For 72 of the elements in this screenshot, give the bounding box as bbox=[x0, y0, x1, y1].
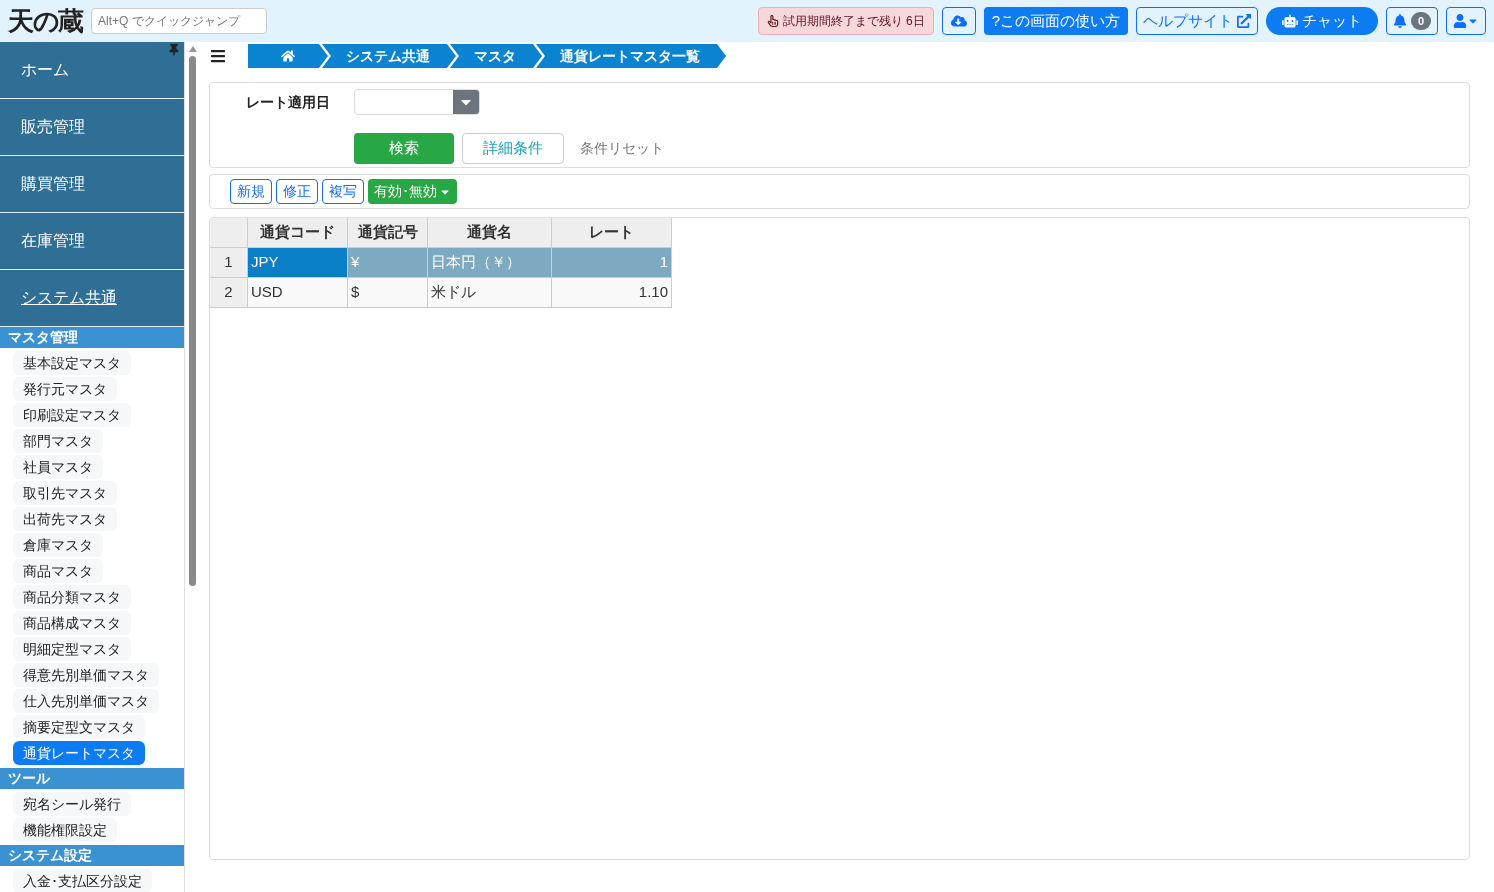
chat-button[interactable]: チャット bbox=[1266, 7, 1378, 35]
cloud-download-icon bbox=[950, 13, 967, 29]
user-menu-button[interactable] bbox=[1446, 7, 1486, 35]
pin-icon[interactable] bbox=[168, 44, 180, 56]
pointer-icon bbox=[766, 15, 779, 27]
breadcrumb-item[interactable]: マスタ bbox=[450, 44, 542, 68]
menu-icon[interactable] bbox=[210, 48, 226, 64]
quick-jump-field[interactable]: Alt+Q でクイックジャンプ bbox=[91, 8, 268, 34]
column-header[interactable]: 通貨名 bbox=[428, 218, 552, 248]
scrollbar[interactable] bbox=[184, 42, 200, 892]
download-button[interactable] bbox=[941, 7, 976, 35]
external-link-icon bbox=[1237, 14, 1251, 28]
submenu-item[interactable]: 取引先マスタ bbox=[13, 481, 117, 505]
toolbar-button[interactable]: 新規 bbox=[230, 179, 272, 204]
submenu-item[interactable]: 社員マスタ bbox=[13, 455, 103, 479]
row-number: 2 bbox=[210, 278, 248, 308]
toolbar-button[interactable]: 修正 bbox=[276, 179, 318, 204]
reset-link[interactable]: 条件リセット bbox=[572, 138, 672, 159]
table-cell: JPY bbox=[248, 248, 348, 278]
trial-badge: 試用期間終了まで残り 6日 bbox=[757, 7, 934, 35]
submenu-item[interactable]: 商品マスタ bbox=[13, 559, 103, 583]
menu-item[interactable]: 在庫管理 bbox=[0, 213, 184, 270]
robot-icon bbox=[1282, 13, 1298, 29]
table-cell: $ bbox=[348, 278, 428, 308]
submenu-item[interactable]: 明細定型マスタ bbox=[13, 637, 131, 661]
section-header: ツール bbox=[0, 768, 184, 789]
breadcrumb-item[interactable]: システム共通 bbox=[322, 44, 456, 68]
table-row[interactable]: 2 USD $ 米ドル 1.10 bbox=[210, 278, 672, 308]
row-number: 1 bbox=[210, 248, 248, 278]
column-header[interactable]: 通貨記号 bbox=[348, 218, 428, 248]
submenu-item[interactable]: 倉庫マスタ bbox=[13, 533, 103, 557]
submenu-item[interactable]: 発行元マスタ bbox=[13, 377, 117, 401]
submenu-item[interactable]: 部門マスタ bbox=[13, 429, 103, 453]
notification-count: 0 bbox=[1411, 12, 1431, 30]
table-cell: 1.10 bbox=[552, 278, 672, 308]
submenu-item[interactable]: 摘要定型文マスタ bbox=[13, 715, 145, 739]
logo: 天の蔵 bbox=[8, 8, 84, 34]
toolbar-button[interactable]: 複写 bbox=[322, 179, 364, 204]
header-cell bbox=[210, 218, 248, 248]
menu-item[interactable]: ホーム bbox=[0, 42, 184, 99]
submenu-item[interactable]: 機能権限設定 bbox=[13, 818, 117, 842]
menu-item[interactable]: 販売管理 bbox=[0, 99, 184, 156]
submenu-item[interactable]: 商品分類マスタ bbox=[13, 585, 131, 609]
table-cell: USD bbox=[248, 278, 348, 308]
submenu-item[interactable]: 宛名シール発行 bbox=[13, 792, 131, 816]
submenu-item[interactable]: 得意先別単価マスタ bbox=[13, 663, 159, 687]
scroll-up-arrow-icon[interactable] bbox=[188, 46, 197, 52]
date-dropdown[interactable] bbox=[354, 89, 480, 115]
help-site-link[interactable]: ヘルプサイト bbox=[1136, 7, 1258, 35]
section-header: マスタ管理 bbox=[0, 327, 184, 348]
breadcrumb-home[interactable] bbox=[248, 44, 328, 68]
breadcrumb-item[interactable]: 通貨レートマスタ一覧 bbox=[536, 44, 726, 68]
submenu-item[interactable]: 商品構成マスタ bbox=[13, 611, 131, 635]
section-header: システム設定 bbox=[0, 845, 184, 866]
column-header[interactable]: 通貨コード bbox=[248, 218, 348, 248]
bell-icon bbox=[1393, 14, 1407, 28]
home-icon bbox=[281, 49, 295, 63]
notification-button[interactable]: 0 bbox=[1386, 7, 1438, 35]
column-header[interactable]: レート bbox=[552, 218, 672, 248]
submenu-item[interactable]: 出荷先マスタ bbox=[13, 507, 117, 531]
submenu-item[interactable]: 基本設定マスタ bbox=[13, 351, 131, 375]
menu-item[interactable]: 購買管理 bbox=[0, 156, 184, 213]
submenu-item[interactable]: 通貨レートマスタ bbox=[13, 741, 145, 765]
table-row[interactable]: 1 JPY ¥ 日本円（￥） 1 bbox=[210, 248, 672, 278]
help-button[interactable]: ?この画面の使い方 bbox=[983, 7, 1128, 35]
menu-item[interactable]: システム共通 bbox=[0, 270, 184, 327]
user-icon bbox=[1453, 14, 1467, 28]
submenu-item[interactable]: 仕入先別単価マスタ bbox=[13, 689, 159, 713]
field-label: レート適用日 bbox=[245, 92, 331, 112]
table-cell: 米ドル bbox=[428, 278, 552, 308]
submenu-item[interactable]: 印刷設定マスタ bbox=[13, 403, 131, 427]
submenu-item[interactable]: 入金･支払区分設定 bbox=[13, 869, 152, 892]
